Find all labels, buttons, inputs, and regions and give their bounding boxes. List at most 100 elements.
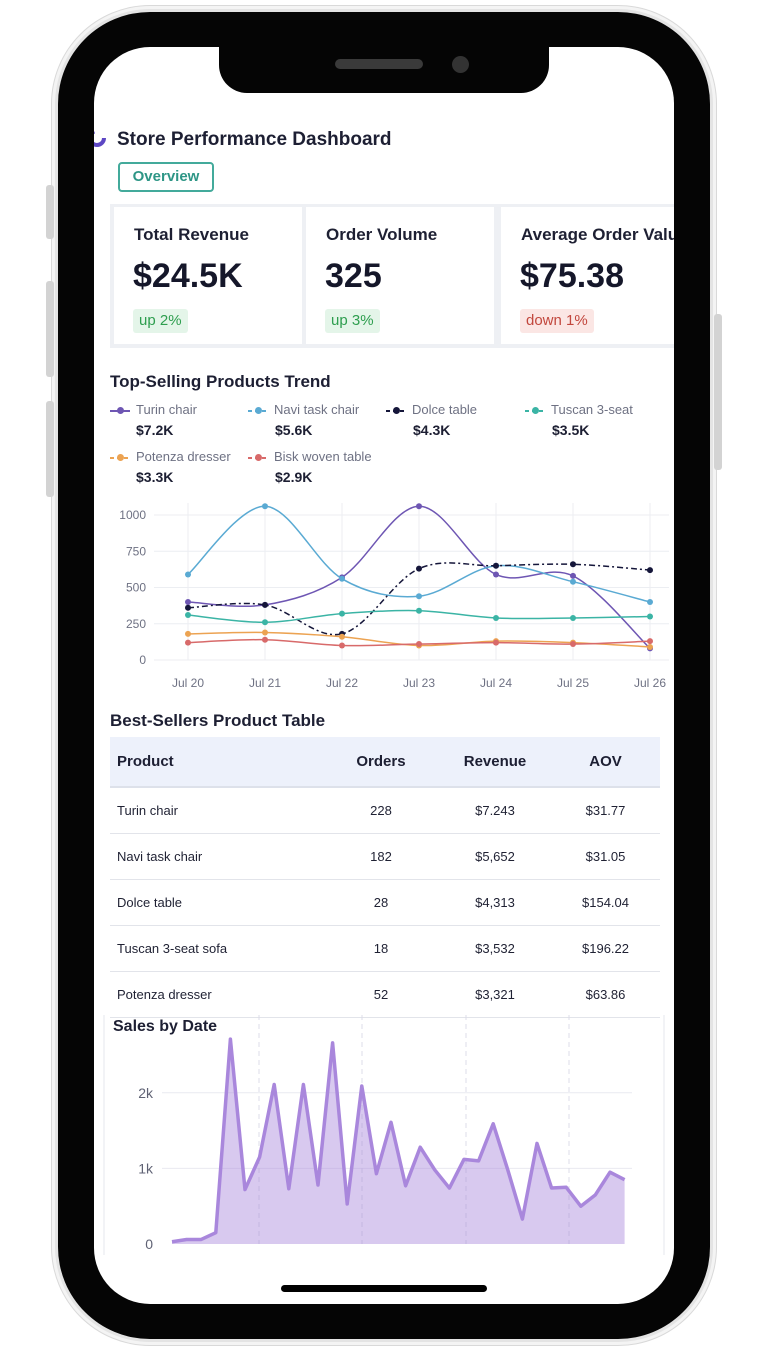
legend-item-bisk[interactable]: Bisk woven table bbox=[248, 449, 372, 464]
cell-aov: $63.86 bbox=[551, 971, 660, 1018]
y-tick-label: 0 bbox=[139, 653, 146, 667]
data-point bbox=[493, 614, 499, 621]
speaker-grille bbox=[335, 59, 423, 69]
x-tick-label: Jul 22 bbox=[326, 676, 358, 690]
front-camera bbox=[452, 56, 469, 73]
data-point bbox=[262, 619, 268, 626]
kpi-value: $24.5K bbox=[133, 257, 243, 295]
data-point bbox=[647, 599, 653, 605]
y-tick-label: 1k bbox=[138, 1160, 154, 1176]
legend-item-navi[interactable]: Navi task chair bbox=[248, 402, 359, 417]
cell-orders: 52 bbox=[323, 971, 439, 1018]
legend-item-turin[interactable]: Turin chair bbox=[110, 402, 197, 417]
data-point bbox=[570, 614, 576, 621]
cell-product: Turin chair bbox=[110, 787, 323, 834]
data-point bbox=[262, 601, 268, 608]
data-point bbox=[262, 503, 268, 510]
kpi-value: 325 bbox=[325, 257, 382, 295]
kpi-card-aov: Average Order Value $75.38 down 1% bbox=[501, 207, 674, 344]
volume-down-button bbox=[46, 401, 54, 497]
data-point bbox=[416, 503, 422, 510]
tab-overview[interactable]: Overview bbox=[118, 162, 214, 192]
column-header[interactable]: Revenue bbox=[439, 737, 551, 788]
data-point bbox=[493, 571, 499, 578]
data-point bbox=[647, 567, 653, 574]
x-tick-label: Jul 25 bbox=[557, 676, 589, 690]
kpi-card-revenue: Total Revenue $24.5K up 2% bbox=[114, 207, 302, 344]
trend-title: Top-Selling Products Trend bbox=[110, 372, 331, 391]
legend-value: $2.9K bbox=[275, 469, 313, 485]
legend-value: $4.3K bbox=[413, 422, 451, 438]
kpi-row: Total Revenue $24.5K up 2% Order Volume … bbox=[110, 204, 674, 348]
table-title: Best-Sellers Product Table bbox=[110, 711, 326, 730]
cell-revenue: $5,652 bbox=[439, 833, 551, 880]
data-point bbox=[493, 562, 499, 569]
legend-label: Turin chair bbox=[136, 402, 197, 417]
table-row[interactable]: Tuscan 3-seat sofa 18 $3,532 $196.22 bbox=[110, 925, 660, 972]
legend-item-tuscan[interactable]: Tuscan 3-seat bbox=[525, 402, 633, 417]
best-sellers-table: Product Orders Revenue AOV Turin chair 2… bbox=[110, 737, 660, 1018]
kpi-label: Total Revenue bbox=[134, 225, 249, 244]
cell-orders: 28 bbox=[323, 879, 439, 926]
legend-item-dolce[interactable]: Dolce table bbox=[386, 402, 477, 417]
legend-value: $3.5K bbox=[552, 422, 590, 438]
cell-revenue: $7.243 bbox=[439, 787, 551, 834]
legend-value: $7.2K bbox=[136, 422, 174, 438]
table-row[interactable]: Turin chair 228 $7.243 $31.77 bbox=[110, 787, 660, 834]
column-header[interactable]: Orders bbox=[323, 737, 439, 788]
data-point bbox=[647, 613, 653, 620]
column-header[interactable]: Product bbox=[110, 737, 323, 788]
cell-product: Tuscan 3-seat sofa bbox=[110, 925, 323, 972]
kpi-change-badge: up 3% bbox=[325, 309, 380, 333]
x-tick-label: Jul 20 bbox=[172, 676, 204, 690]
data-point bbox=[185, 599, 191, 605]
x-tick-label: Jul 24 bbox=[480, 676, 512, 690]
sales-area-chart: 2k1k0May 07May 14May 21May 28 bbox=[103, 1015, 665, 1255]
data-point bbox=[570, 641, 576, 648]
data-point bbox=[647, 643, 653, 650]
kpi-card-orders: Order Volume 325 up 3% bbox=[306, 207, 494, 344]
y-tick-label: 500 bbox=[126, 581, 146, 595]
logo-icon bbox=[94, 129, 106, 147]
table-row[interactable]: Potenza dresser 52 $3,321 $63.86 bbox=[110, 971, 660, 1018]
kpi-change-badge: up 2% bbox=[133, 309, 188, 333]
kpi-change-badge: down 1% bbox=[520, 309, 594, 333]
data-point bbox=[647, 638, 653, 645]
y-tick-label: 1000 bbox=[119, 508, 146, 522]
kpi-label: Average Order Value bbox=[521, 225, 674, 244]
kpi-label: Order Volume bbox=[326, 225, 438, 244]
data-point bbox=[339, 610, 345, 617]
data-point bbox=[416, 593, 422, 600]
legend-label: Dolce table bbox=[412, 402, 478, 417]
home-indicator[interactable] bbox=[281, 1285, 487, 1292]
y-tick-label: 250 bbox=[126, 617, 146, 631]
data-point bbox=[185, 612, 191, 619]
cell-revenue: $4,313 bbox=[439, 879, 551, 926]
cell-aov: $196.22 bbox=[551, 925, 660, 972]
data-point bbox=[570, 572, 576, 579]
cell-orders: 18 bbox=[323, 925, 439, 972]
data-point bbox=[339, 633, 345, 640]
table-row[interactable]: Dolce table 28 $4,313 $154.04 bbox=[110, 879, 660, 926]
kpi-value: $75.38 bbox=[520, 257, 624, 295]
cell-aov: $31.05 bbox=[551, 833, 660, 880]
cell-aov: $154.04 bbox=[551, 879, 660, 926]
y-tick-label: 2k bbox=[138, 1085, 154, 1101]
table-row[interactable]: Navi task chair 182 $5,652 $31.05 bbox=[110, 833, 660, 880]
data-point bbox=[570, 578, 576, 585]
cell-aov: $31.77 bbox=[551, 787, 660, 834]
data-point bbox=[185, 604, 191, 611]
x-tick-label: Jul 23 bbox=[403, 676, 435, 690]
legend-label: Bisk woven table bbox=[274, 449, 372, 464]
cell-product: Navi task chair bbox=[110, 833, 323, 880]
y-tick-label: 750 bbox=[126, 544, 146, 558]
legend-item-potenza[interactable]: Potenza dresser bbox=[110, 449, 231, 464]
data-point bbox=[339, 642, 345, 649]
data-point bbox=[416, 607, 422, 614]
x-tick-label: Jul 21 bbox=[249, 676, 281, 690]
cell-revenue: $3,321 bbox=[439, 971, 551, 1018]
cell-revenue: $3,532 bbox=[439, 925, 551, 972]
legend-label: Navi task chair bbox=[274, 402, 360, 417]
column-header[interactable]: AOV bbox=[551, 737, 660, 788]
cell-product: Dolce table bbox=[110, 879, 323, 926]
